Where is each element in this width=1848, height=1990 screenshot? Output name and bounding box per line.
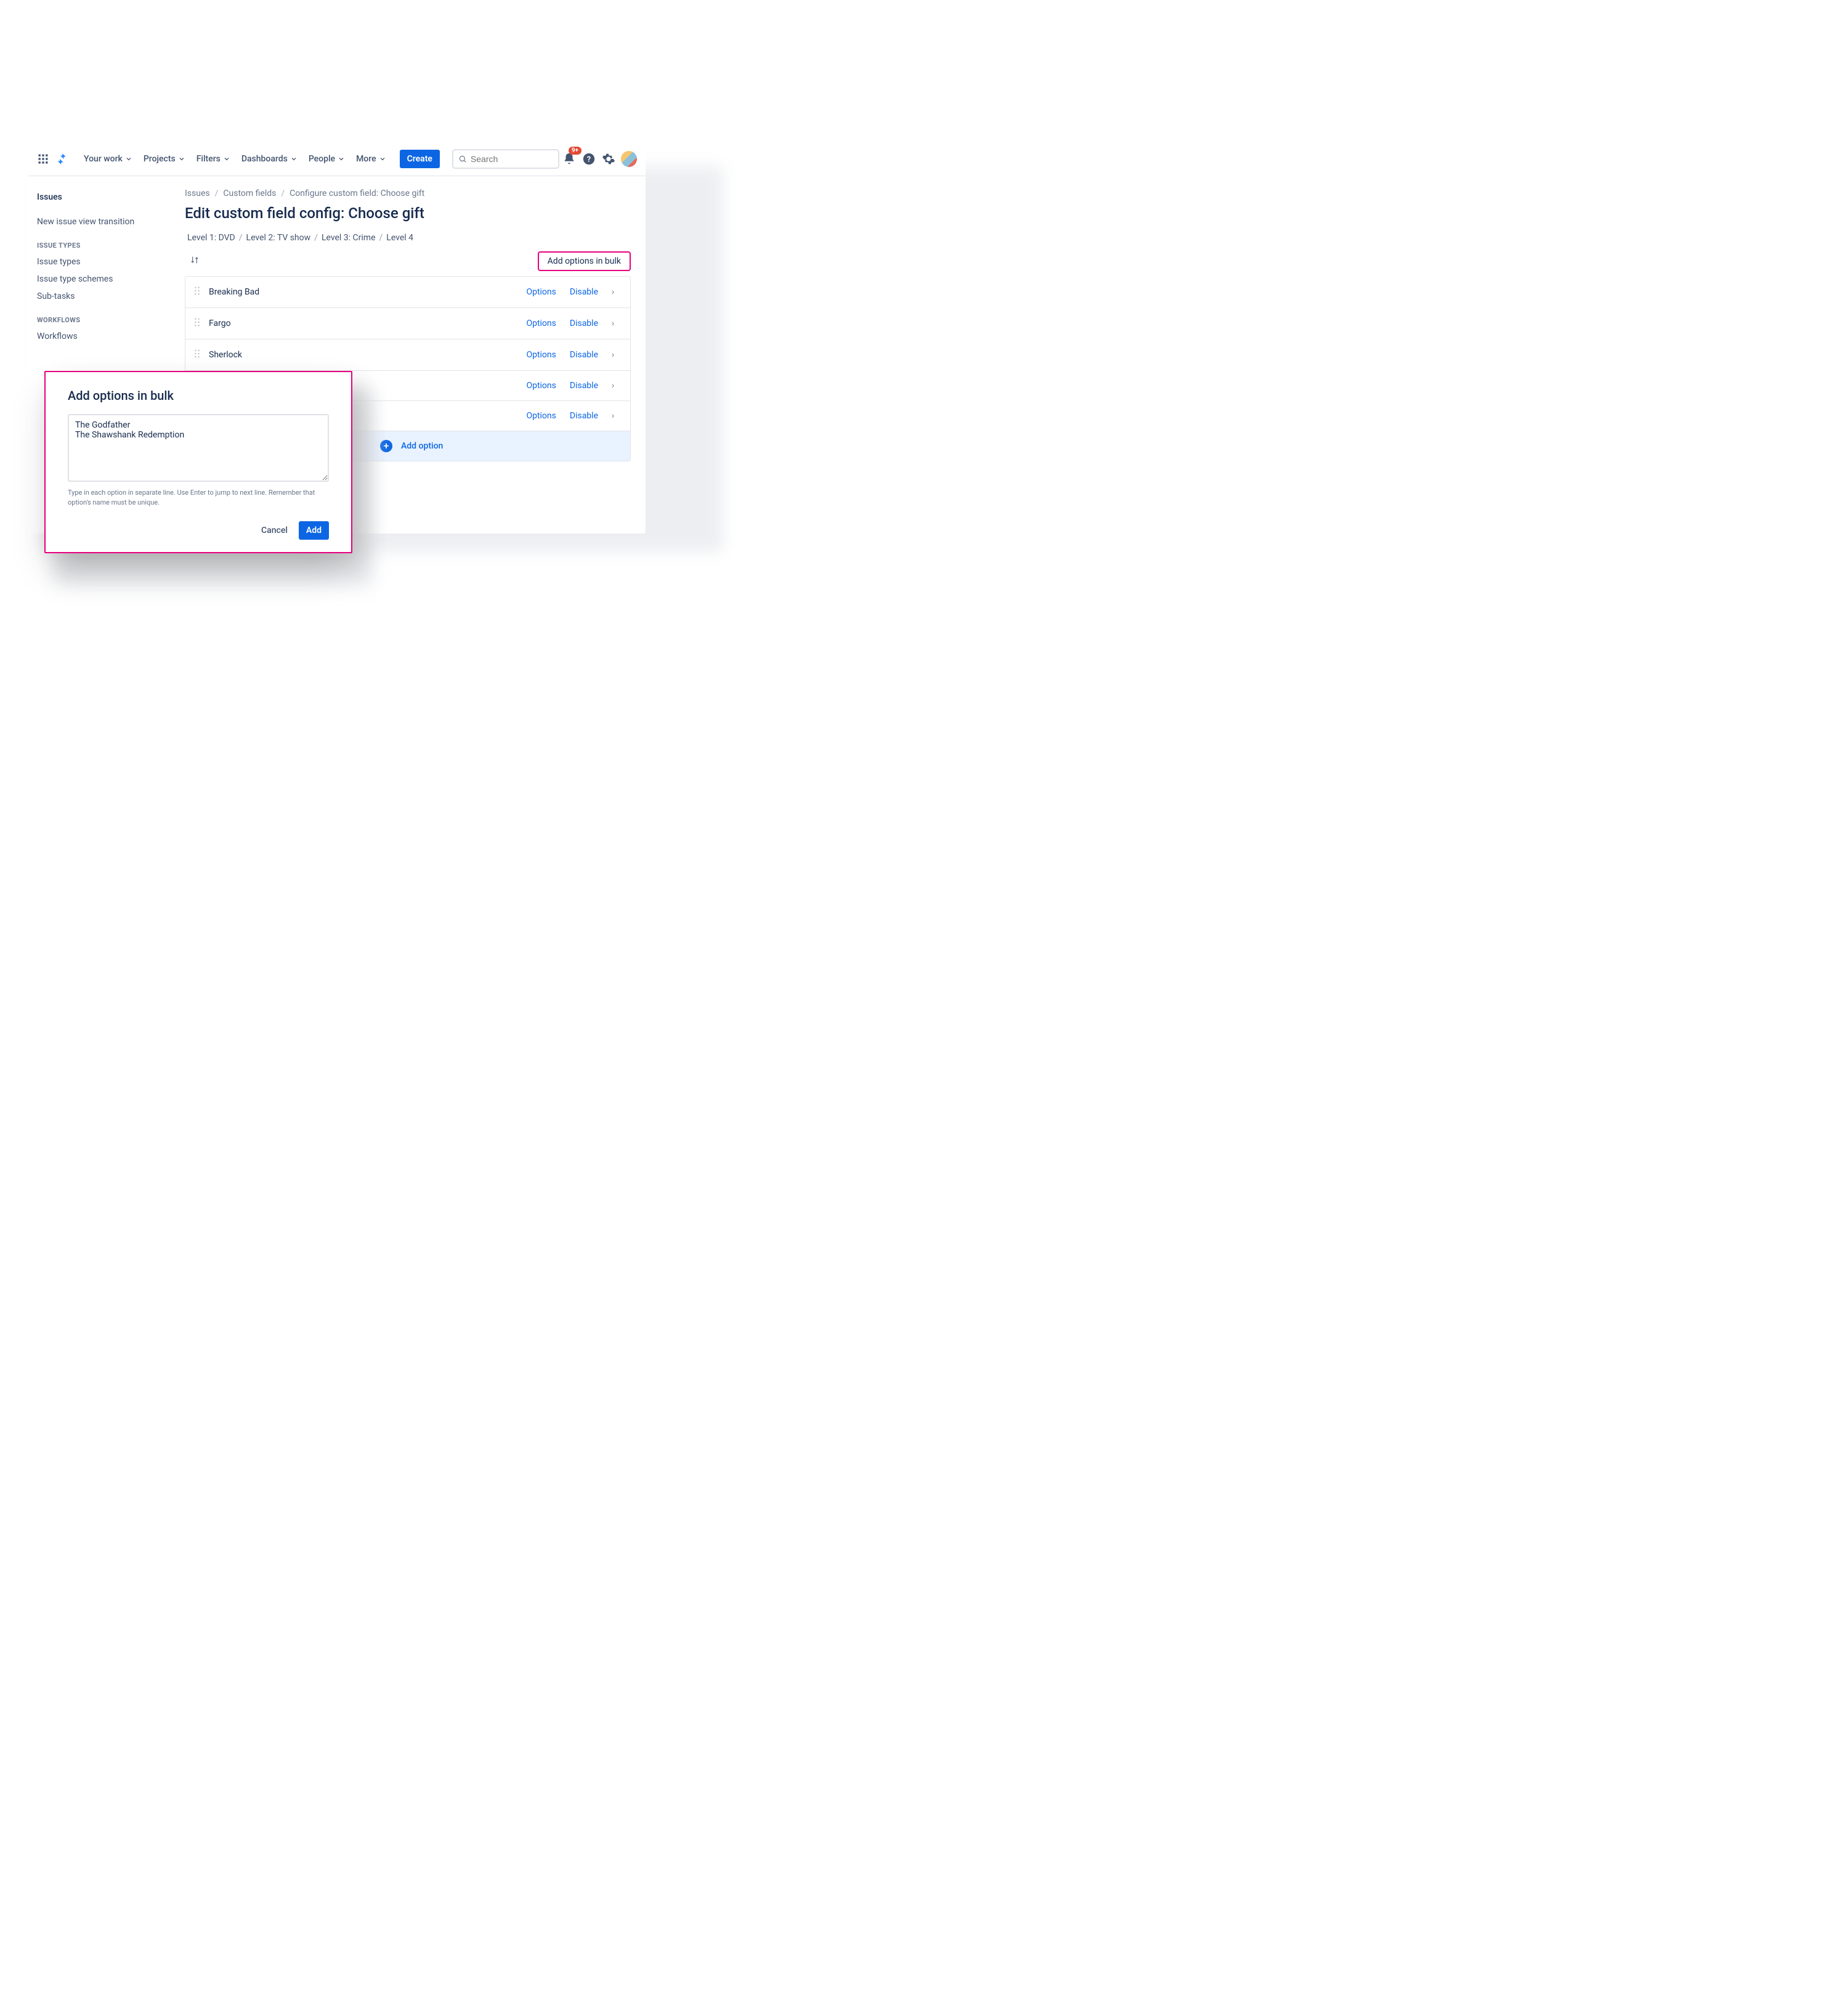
bulk-options-textarea[interactable] [68,414,329,482]
sort-button[interactable] [185,255,202,267]
chevron-down-icon [290,155,298,163]
sidebar-heading-issue-types: Issue types [37,230,161,253]
dialog-title: Add options in bulk [68,388,329,403]
option-row: Sherlock Options Disable › [185,339,630,371]
jira-logo-icon[interactable] [54,150,71,168]
option-row: Breaking Bad Options Disable › [185,277,630,308]
option-options-button[interactable]: Options [526,381,556,391]
level-path: Level 1: DVD/ Level 2: TV show/ Level 3:… [185,233,631,243]
sidebar-section-issues[interactable]: Issues [37,189,161,213]
avatar[interactable] [621,151,637,167]
app-switcher-icon[interactable] [34,150,52,168]
search-input[interactable] [471,154,553,164]
nav-projects[interactable]: Projects [139,150,190,168]
breadcrumb-custom-fields[interactable]: Custom fields [223,189,276,198]
option-options-button[interactable]: Options [526,319,556,328]
drag-handle-icon[interactable] [194,349,203,360]
sidebar-item-sub-tasks[interactable]: Sub-tasks [37,288,161,305]
nav-filters[interactable]: Filters [192,150,235,168]
chevron-right-icon[interactable]: › [604,381,622,391]
gear-icon [602,152,615,166]
breadcrumb-current: Configure custom field: Choose gift [290,189,424,198]
breadcrumb: Issues/ Custom fields/ Configure custom … [185,189,631,198]
nav-people[interactable]: People [304,150,350,168]
svg-text:?: ? [587,155,591,164]
chevron-down-icon [338,155,345,163]
level-3[interactable]: Level 3: Crime [322,233,376,243]
add-options-in-bulk-button[interactable]: Add options in bulk [538,251,631,271]
breadcrumb-issues[interactable]: Issues [185,189,210,198]
option-name: Sherlock [209,350,513,360]
add-options-dialog: Add options in bulk Type in each option … [44,371,352,553]
chevron-right-icon[interactable]: › [604,411,622,421]
chevron-down-icon [379,155,386,163]
global-search[interactable] [452,149,559,169]
level-1[interactable]: Level 1: DVD [187,233,235,243]
help-button[interactable]: ? [579,149,599,169]
chevron-down-icon [178,155,185,163]
page-title: Edit custom field config: Choose gift [185,205,631,222]
level-2[interactable]: Level 2: TV show [246,233,311,243]
option-disable-button[interactable]: Disable [570,350,598,360]
sidebar-item-issue-type-schemes[interactable]: Issue type schemes [37,270,161,288]
sort-icon [190,255,200,265]
settings-button[interactable] [599,149,618,169]
option-name: Breaking Bad [209,287,513,297]
option-disable-button[interactable]: Disable [570,411,598,421]
drag-handle-icon[interactable] [194,318,203,329]
plus-circle-icon: + [380,440,392,452]
top-navigation: Your work Projects Filters Dashboards Pe… [28,142,646,176]
sidebar-item-issue-types[interactable]: Issue types [37,253,161,270]
option-options-button[interactable]: Options [526,350,556,360]
nav-your-work[interactable]: Your work [79,150,137,168]
add-button[interactable]: Add [299,521,329,540]
chevron-down-icon [125,155,132,163]
create-button[interactable]: Create [400,150,440,168]
sidebar-item-transition[interactable]: New issue view transition [37,213,161,230]
option-name: Fargo [209,319,513,328]
chevron-right-icon[interactable]: › [604,350,622,360]
sidebar-heading-workflows: Workflows [37,305,161,328]
chevron-right-icon[interactable]: › [604,319,622,328]
help-icon: ? [582,152,596,166]
option-disable-button[interactable]: Disable [570,381,598,391]
search-icon [458,154,467,164]
option-options-button[interactable]: Options [526,287,556,297]
dialog-help-text: Type in each option in separate line. Us… [68,488,329,508]
level-4: Level 4 [386,233,413,243]
drag-handle-icon[interactable] [194,286,203,298]
nav-more[interactable]: More [351,150,391,168]
sidebar-item-workflows[interactable]: Workflows [37,328,161,345]
notifications-button[interactable]: 9+ [559,149,579,169]
add-option-label: Add option [401,441,443,451]
cancel-button[interactable]: Cancel [255,521,294,540]
nav-dashboards[interactable]: Dashboards [237,150,302,168]
option-options-button[interactable]: Options [526,411,556,421]
option-disable-button[interactable]: Disable [570,319,598,328]
option-row: Fargo Options Disable › [185,308,630,339]
chevron-down-icon [223,155,230,163]
chevron-right-icon[interactable]: › [604,287,622,297]
option-disable-button[interactable]: Disable [570,287,598,297]
